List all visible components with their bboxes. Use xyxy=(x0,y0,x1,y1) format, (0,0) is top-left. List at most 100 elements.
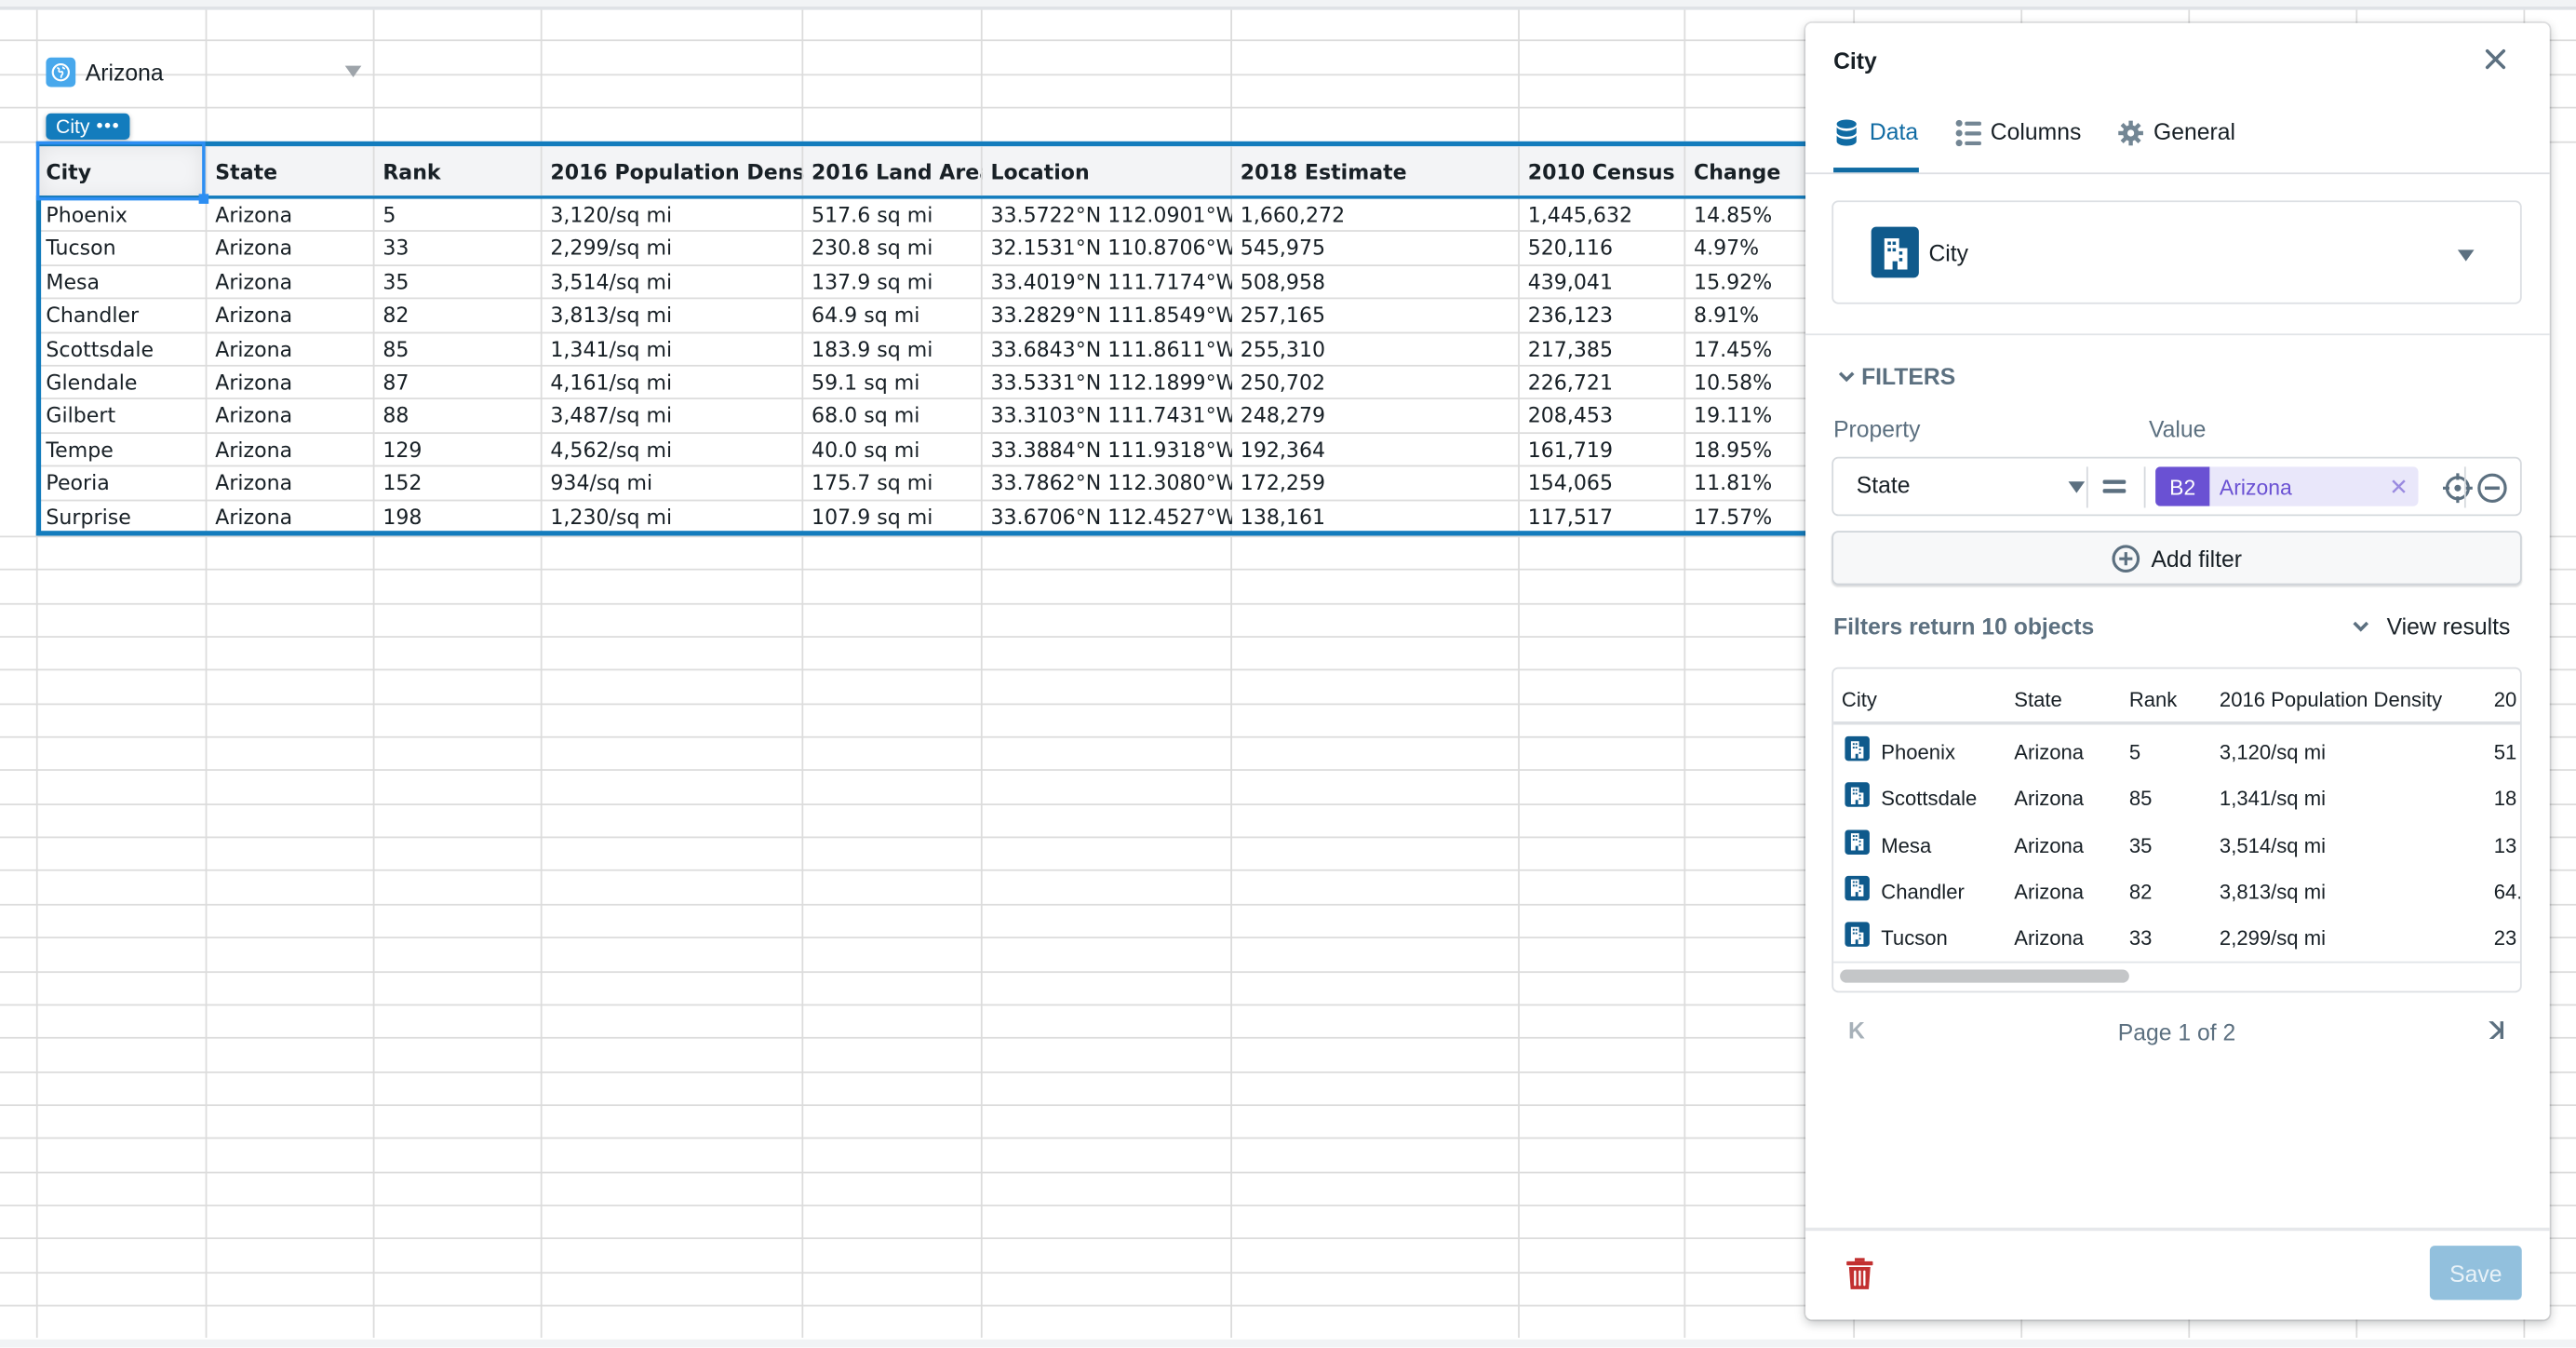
table-cell[interactable]: 3,514/sq mi xyxy=(543,266,804,299)
close-button[interactable] xyxy=(2481,45,2511,74)
table-cell[interactable]: Arizona xyxy=(207,367,374,399)
results-column-header[interactable]: 20 xyxy=(2494,689,2517,712)
remove-value-icon[interactable]: ✕ xyxy=(2389,473,2408,501)
table-cell[interactable]: 508,958 xyxy=(1232,266,1520,299)
table-cell[interactable]: 257,165 xyxy=(1232,300,1520,332)
table-cell[interactable]: 68.0 sq mi xyxy=(803,400,982,433)
table-row[interactable]: Gilbert Arizona 88 3,487/sq mi 68.0 sq mi 33.… xyxy=(35,400,1820,434)
table-cell[interactable]: 226,721 xyxy=(1520,367,1685,399)
table-cell[interactable]: Phoenix xyxy=(38,199,208,232)
table-cell[interactable]: 439,041 xyxy=(1520,266,1685,299)
table-cell[interactable]: 152 xyxy=(374,467,542,500)
table-cell[interactable]: 33.3884°N 111.9318°W xyxy=(983,434,1231,466)
table-cell[interactable]: 3,487/sq mi xyxy=(543,400,804,433)
table-cell[interactable]: 107.9 sq mi xyxy=(803,501,982,533)
filter-property-select[interactable]: State xyxy=(1857,472,1911,498)
table-cell[interactable]: 1,660,272 xyxy=(1232,199,1520,232)
table-cell[interactable]: Peoria xyxy=(38,467,208,500)
table-row[interactable]: Glendale Arizona 87 4,161/sq mi 59.1 sq mi 33… xyxy=(35,367,1820,400)
horizontal-scrollbar[interactable] xyxy=(1833,961,2520,991)
table-cell[interactable]: Tucson xyxy=(38,233,208,265)
table-object-tag[interactable]: City ••• xyxy=(46,113,130,141)
results-column-header[interactable]: City xyxy=(1842,689,1877,712)
table-cell[interactable]: 175.7 sq mi xyxy=(803,467,982,500)
table-cell[interactable]: 5 xyxy=(374,199,542,232)
column-header[interactable]: Change xyxy=(1685,156,1820,189)
table-cell[interactable]: 217,385 xyxy=(1520,333,1685,366)
scrollbar-thumb[interactable] xyxy=(1840,969,2129,983)
column-header[interactable]: 2016 Population Density xyxy=(543,156,803,189)
table-cell[interactable]: 85 xyxy=(374,333,542,366)
results-column-header[interactable]: Rank xyxy=(2129,689,2178,712)
table-cell[interactable]: 33.5331°N 112.1899°W xyxy=(983,367,1231,399)
table-cell[interactable]: 1,230/sq mi xyxy=(543,501,804,533)
table-cell[interactable]: Glendale xyxy=(38,367,208,399)
table-cell[interactable]: 4,161/sq mi xyxy=(543,367,804,399)
tab-columns[interactable]: Columns xyxy=(1954,118,2081,170)
table-cell[interactable]: 138,161 xyxy=(1232,501,1520,533)
table-cell[interactable]: 19.11% xyxy=(1685,400,1820,433)
table-cell[interactable]: Gilbert xyxy=(38,400,208,433)
table-cell[interactable]: 545,975 xyxy=(1232,233,1520,265)
table-cell[interactable]: 87 xyxy=(374,367,542,399)
table-cell[interactable]: 15.92% xyxy=(1685,266,1820,299)
table-cell[interactable]: 33.5722°N 112.0901°W xyxy=(983,199,1231,232)
table-cell[interactable]: 64.9 sq mi xyxy=(803,300,982,332)
table-cell[interactable]: 40.0 sq mi xyxy=(803,434,982,466)
table-cell[interactable]: 236,123 xyxy=(1520,300,1685,332)
table-cell[interactable]: 18.95% xyxy=(1685,434,1820,466)
table-cell[interactable]: Arizona xyxy=(207,300,374,332)
table-cell[interactable]: 33.6843°N 111.8611°W xyxy=(983,333,1231,366)
table-row[interactable]: Tucson Arizona 33 2,299/sq mi 230.8 sq mi 32.… xyxy=(35,233,1819,266)
table-row[interactable]: Chandler Arizona 82 3,813/sq mi 64.9 sq mi 33… xyxy=(35,300,1820,333)
table-cell[interactable]: 33.7862°N 112.3080°W xyxy=(983,467,1231,500)
table-row[interactable]: Scottsdale Arizona 85 1,341/sq mi 183.9 sq m… xyxy=(35,333,1820,367)
table-row[interactable]: Mesa Arizona 35 3,514/sq mi 137.9 sq mi 33.40… xyxy=(35,266,1820,300)
selected-cell[interactable] xyxy=(35,141,206,201)
results-row[interactable]: Mesa Arizona 35 3,514/sq mi 13 xyxy=(1833,824,2520,869)
table-cell[interactable]: 17.45% xyxy=(1685,333,1820,366)
table-cell[interactable]: 33.2829°N 111.8549°W xyxy=(983,300,1231,332)
table-cell[interactable]: 250,702 xyxy=(1232,367,1520,399)
table-cell[interactable]: 88 xyxy=(374,400,542,433)
table-cell[interactable]: Arizona xyxy=(207,467,374,500)
column-header[interactable]: 2018 Estimate xyxy=(1232,156,1520,189)
table-cell[interactable]: 161,719 xyxy=(1520,434,1685,466)
crosshair-icon[interactable] xyxy=(2441,472,2474,505)
table-cell[interactable]: 2,299/sq mi xyxy=(543,233,804,265)
table-row[interactable]: Peoria Arizona 152 934/sq mi 175.7 sq mi 33.7… xyxy=(35,467,1819,501)
table-cell[interactable]: 172,259 xyxy=(1232,467,1520,500)
table-cell[interactable]: 154,065 xyxy=(1520,467,1685,500)
table-row[interactable]: Tempe Arizona 129 4,562/sq mi 40.0 sq mi 33.3… xyxy=(35,434,1820,467)
table-cell[interactable]: 59.1 sq mi xyxy=(803,367,982,399)
table-cell[interactable]: 32.1531°N 110.8706°W xyxy=(983,233,1231,265)
table-cell[interactable]: 10.58% xyxy=(1685,367,1820,399)
tab-general[interactable]: General xyxy=(2117,118,2235,170)
table-cell[interactable]: Arizona xyxy=(207,434,374,466)
object-type-select[interactable]: City xyxy=(1831,200,2522,304)
table-cell[interactable]: 255,310 xyxy=(1232,333,1520,366)
table-cell[interactable]: 33 xyxy=(374,233,542,265)
table-cell[interactable]: 3,120/sq mi xyxy=(543,199,804,232)
results-row[interactable]: Tucson Arizona 33 2,299/sq mi 23 xyxy=(1833,917,2520,963)
table-cell[interactable]: Mesa xyxy=(38,266,208,299)
table-cell[interactable]: 14.85% xyxy=(1685,199,1820,232)
table-cell[interactable]: 192,364 xyxy=(1232,434,1520,466)
column-header[interactable]: 2016 Land Area xyxy=(803,156,983,189)
filter-value-tag[interactable]: B2 Arizona ✕ xyxy=(2155,466,2419,506)
table-cell[interactable]: Tempe xyxy=(38,434,208,466)
table-cell[interactable]: Arizona xyxy=(207,400,374,433)
table-cell[interactable]: 1,445,632 xyxy=(1520,199,1685,232)
filters-section-toggle[interactable]: FILTERS xyxy=(1837,363,1955,389)
table-cell[interactable]: 117,517 xyxy=(1520,501,1685,533)
table-cell[interactable]: Surprise xyxy=(38,501,208,533)
table-cell[interactable]: 35 xyxy=(374,266,542,299)
table-cell[interactable]: 183.9 sq mi xyxy=(803,333,982,366)
table-row[interactable]: Phoenix Arizona 5 3,120/sq mi 517.6 sq mi 33.… xyxy=(35,199,1820,233)
table-cell[interactable]: 82 xyxy=(374,300,542,332)
table-cell[interactable]: 33.3103°N 111.7431°W xyxy=(983,400,1231,433)
table-cell[interactable]: Scottsdale xyxy=(38,333,208,366)
table-cell[interactable]: 8.91% xyxy=(1685,300,1820,332)
column-header[interactable]: State xyxy=(207,156,374,189)
table-cell[interactable]: 33.4019°N 111.7174°W xyxy=(983,266,1231,299)
